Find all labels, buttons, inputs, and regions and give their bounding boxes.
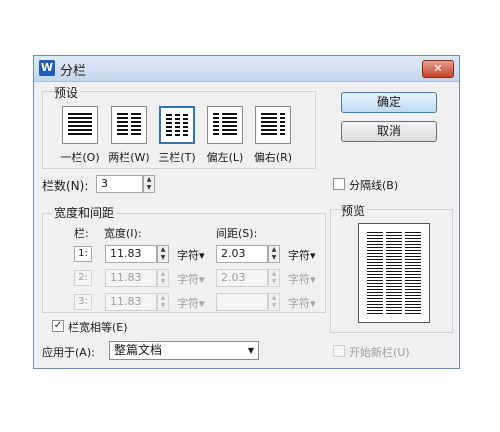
three-columns-icon	[166, 114, 188, 136]
column-count-label: 栏数(N):	[42, 179, 89, 193]
one-column-icon	[68, 113, 92, 137]
spacing-header: 间距(S):	[216, 227, 258, 240]
row-2-width-spinner[interactable]: ▲ ▼	[157, 269, 169, 287]
title-bar: W 分栏 ✕	[34, 56, 459, 82]
right-column-icon	[261, 113, 285, 137]
row-2-spacing-spinner[interactable]: ▲ ▼	[268, 269, 280, 287]
row-1-spacing-input[interactable]: 2.03	[216, 245, 268, 263]
separator-checkbox[interactable]	[333, 178, 345, 190]
preset-label-two: 两栏(W)	[108, 151, 150, 164]
row-1-number: 1:	[74, 246, 92, 262]
new-column-checkbox[interactable]	[333, 345, 345, 357]
cancel-button[interactable]: 取消	[341, 121, 437, 142]
row-2-spacing-input[interactable]: 2.03	[216, 269, 268, 287]
preset-label-one: 一栏(O)	[60, 151, 100, 164]
row-1-width-unit[interactable]: 字符▾	[177, 247, 205, 263]
preset-label-three: 三栏(T)	[158, 151, 196, 164]
preview-column-2	[386, 232, 402, 314]
row-3-width-spinner[interactable]: ▲ ▼	[157, 293, 169, 311]
apply-to-value: 整篇文档	[114, 343, 163, 357]
row-2-width-unit[interactable]: 字符▾	[177, 271, 205, 287]
preset-one-column[interactable]	[62, 106, 98, 144]
row-1-width-input[interactable]: 11.83	[105, 245, 157, 263]
preset-label-right: 偏右(R)	[253, 151, 293, 164]
row-2-spacing-unit[interactable]: 字符▾	[288, 271, 316, 287]
equal-width-label: 栏宽相等(E)	[68, 321, 128, 334]
row-3-spacing-spinner[interactable]: ▲ ▼	[268, 293, 280, 311]
preview-column-1	[367, 232, 383, 314]
column-count-spinner[interactable]: ▲ ▼	[143, 175, 155, 193]
row-3-spacing-input[interactable]	[216, 293, 268, 311]
preset-label-left: 偏左(L)	[206, 151, 244, 164]
preview-title: 预览	[339, 202, 368, 219]
row-2-number: 2:	[74, 270, 92, 286]
chevron-down-icon: ▼	[247, 346, 254, 355]
row-1-spacing-spinner[interactable]: ▲ ▼	[268, 245, 280, 263]
row-2-width-input[interactable]: 11.83	[105, 269, 157, 287]
left-column-icon	[213, 113, 237, 137]
preset-group-title: 预设	[52, 84, 81, 101]
preview-page	[358, 223, 430, 323]
col-header: 栏:	[74, 227, 89, 240]
apply-to-label: 应用于(A):	[42, 346, 95, 359]
separator-label: 分隔线(B)	[349, 179, 399, 192]
preset-right[interactable]	[255, 106, 291, 144]
preset-two-columns[interactable]	[111, 106, 147, 144]
row-3-number: 3:	[74, 294, 92, 310]
preview-column-3	[405, 232, 421, 314]
row-3-spacing-unit[interactable]: 字符▾	[288, 295, 316, 311]
column-count-input[interactable]: 3	[96, 175, 143, 193]
close-button[interactable]: ✕	[422, 60, 454, 78]
equal-width-checkbox[interactable]: ✓	[52, 320, 64, 332]
dialog-title: 分栏	[60, 64, 87, 79]
width-spacing-title: 宽度和间距	[52, 204, 117, 221]
row-1-spacing-unit[interactable]: 字符▾	[288, 247, 316, 263]
new-column-label: 开始新栏(U)	[349, 346, 410, 359]
width-header: 宽度(I):	[104, 227, 142, 240]
row-3-width-input[interactable]: 11.83	[105, 293, 157, 311]
wps-writer-icon: W	[39, 60, 55, 76]
row-3-width-unit[interactable]: 字符▾	[177, 295, 205, 311]
preset-left[interactable]	[207, 106, 243, 144]
ok-button[interactable]: 确定	[341, 92, 437, 113]
apply-to-select[interactable]: 整篇文档 ▼	[109, 341, 259, 360]
preset-three-columns[interactable]	[159, 106, 195, 144]
row-1-width-spinner[interactable]: ▲ ▼	[157, 245, 169, 263]
